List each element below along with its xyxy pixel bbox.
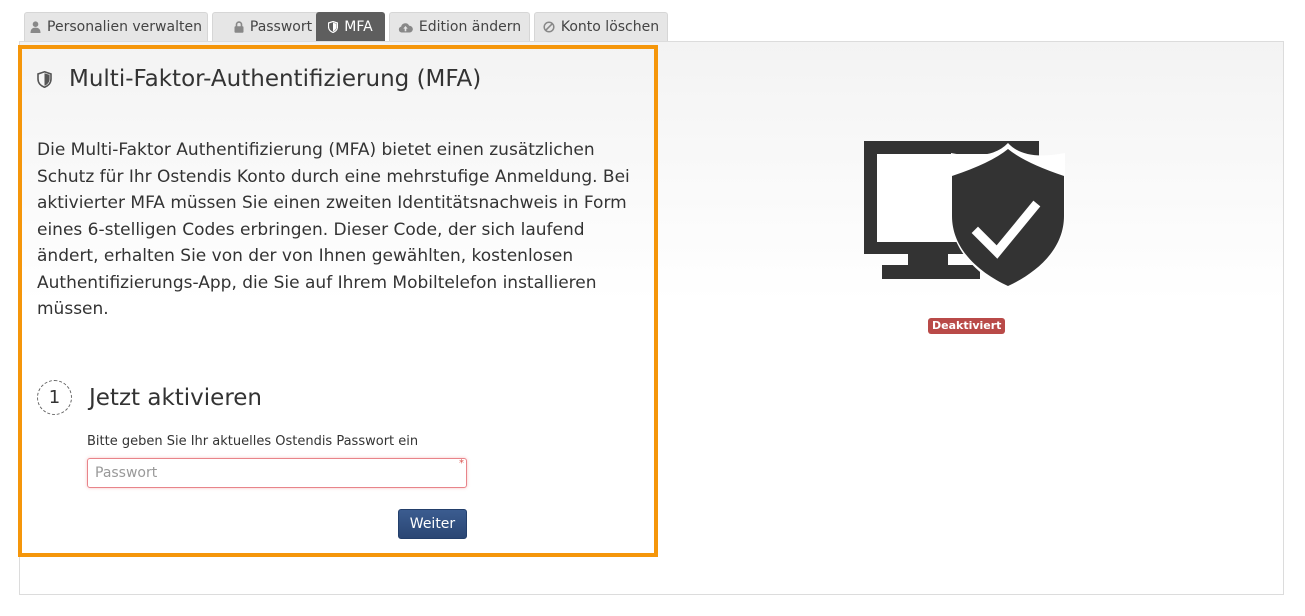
status-badge: Deaktiviert: [928, 318, 1006, 334]
tab-edition-aendern[interactable]: Edition ändern: [389, 12, 530, 41]
monitor-shield-check-icon: [864, 141, 1066, 291]
lock-icon: [234, 21, 244, 33]
tab-label: MFA: [344, 18, 373, 35]
tab-label: Personalien verwalten: [47, 18, 202, 35]
tab-mfa[interactable]: MFA: [316, 12, 385, 41]
user-icon: [30, 21, 41, 33]
highlight-frame: [18, 45, 658, 557]
tab-konto-loeschen[interactable]: Konto löschen: [534, 12, 668, 41]
tab-label: Edition ändern: [418, 18, 522, 35]
tab-label: Passwort: [249, 18, 313, 35]
shield-icon: [328, 21, 339, 33]
tab-label: Konto löschen: [560, 18, 660, 35]
ban-icon: [543, 21, 555, 33]
cloud-upload-icon: [398, 22, 413, 33]
tab-personalien-verwalten[interactable]: Personalien verwalten: [24, 12, 208, 41]
